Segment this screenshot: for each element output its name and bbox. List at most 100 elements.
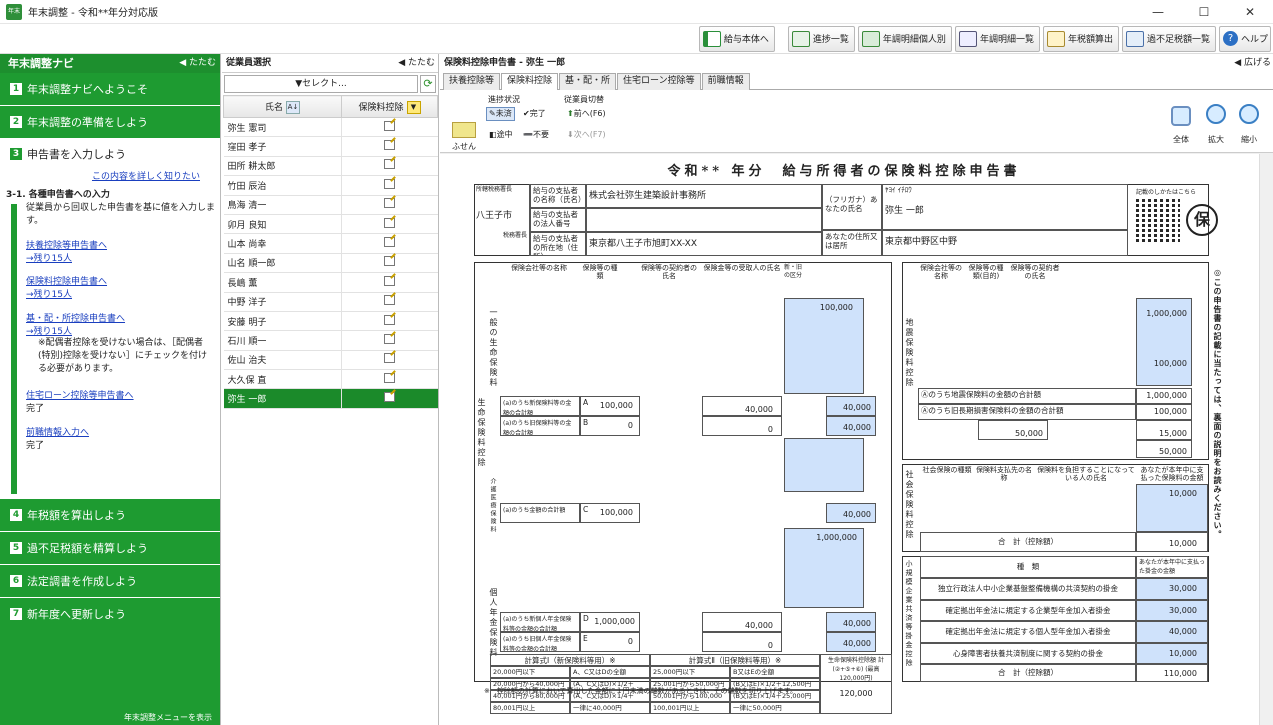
nav-step-4[interactable]: 4 年税額を算出しよう (0, 499, 220, 532)
basic-spouse-form-link[interactable]: 基・配・所控除申告書へ (26, 311, 125, 324)
employee-row[interactable]: 長嶋 薫 (223, 272, 438, 293)
tab-dependents[interactable]: 扶養控除等 (443, 73, 501, 90)
employee-select-dropdown[interactable]: ▼セレクト... (224, 75, 418, 93)
employee-row[interactable]: 安藤 明子 (223, 311, 438, 332)
status-cell[interactable] (341, 330, 438, 351)
employee-collapse-button[interactable]: ◀ たたむ (398, 54, 435, 73)
small-row-amount[interactable]: 30,000 (1136, 578, 1208, 600)
status-cell[interactable] (341, 292, 438, 312)
employee-row[interactable]: 佐山 治夫 (223, 350, 438, 371)
status-done-button[interactable]: ✔完了 (520, 107, 549, 121)
employee-row[interactable]: 卯月 良知 (223, 214, 438, 235)
housing-loan-form-link[interactable]: 住宅ローン控除等申告書へ (26, 388, 134, 401)
help-button[interactable]: ? ヘルプ (1218, 25, 1271, 52)
medical-premium-input[interactable] (784, 438, 864, 492)
insurance-remaining-link[interactable]: →残り15人 (26, 287, 72, 300)
status-cell[interactable] (341, 214, 438, 235)
annual-tax-calc-button[interactable]: 年税額算出 (1042, 25, 1119, 52)
fit-page-icon[interactable] (1171, 106, 1191, 126)
instructions-link[interactable]: 記載のしかたはこちら (1136, 187, 1196, 196)
general-premium-input[interactable]: 100,000 (784, 298, 864, 394)
status-cell[interactable] (341, 350, 438, 371)
status-cell[interactable] (341, 136, 438, 157)
earthquake-premium-input[interactable]: 1,000,000 100,000 (1136, 298, 1192, 386)
payer-address-field[interactable]: 東京都八王子市旭町XX-XX (586, 232, 822, 256)
nav-step-2[interactable]: 2 年末調整の準備をしよう (0, 106, 220, 139)
small-row-amount[interactable]: 30,000 (1136, 599, 1208, 621)
progress-list-button[interactable]: 進捗一覧 (787, 25, 855, 52)
status-cell[interactable] (341, 233, 438, 254)
sticky-note-icon[interactable] (452, 122, 476, 138)
zoom-in-icon[interactable] (1206, 104, 1226, 124)
status-cell[interactable] (341, 388, 438, 409)
general-old-total-label: (a)のうち旧保険料等の金額の合計額 (500, 416, 580, 436)
insurance-form-link[interactable]: 保険料控除申告書へ (26, 274, 107, 287)
detail-individual-button[interactable]: 年調明細個人別 (857, 25, 952, 52)
employee-row[interactable]: 竹田 辰治 (223, 175, 438, 196)
status-cell[interactable] (341, 272, 438, 293)
employee-row[interactable]: 山名 順一郎 (223, 253, 438, 274)
minimize-button[interactable]: — (1135, 0, 1181, 24)
zoom-out-icon[interactable] (1239, 104, 1259, 124)
payer-name-field[interactable]: 株式会社弥生建築設計事務所 (586, 184, 822, 208)
tab-previous-job[interactable]: 前職情報 (701, 73, 750, 90)
employee-name-field[interactable]: ﾔﾖｲ ｲﾁﾛｳ 弥生 一郎 (882, 184, 1128, 230)
employee-row[interactable]: 田所 耕太郎 (223, 156, 438, 177)
more-info-link[interactable]: この内容を詳しく知りたい (92, 169, 200, 182)
year-end-menu-link[interactable]: 年末調整メニューを表示 (124, 712, 212, 723)
detail-list-button[interactable]: 年調明細一覧 (954, 25, 1040, 52)
employee-row[interactable]: 弥生 憲司 (223, 117, 438, 138)
nav-step-3[interactable]: 3 申告書を入力しよう (0, 139, 220, 169)
status-cell[interactable] (341, 195, 438, 215)
edit-pencil-icon (384, 372, 396, 383)
dependent-remaining-link[interactable]: →残り15人 (26, 251, 72, 264)
close-button[interactable]: ✕ (1227, 0, 1273, 24)
status-cell[interactable] (341, 369, 438, 390)
expand-button[interactable]: ◀ 広げる (1234, 54, 1271, 73)
employee-row[interactable]: 大久保 直 (223, 369, 438, 390)
small-row-amount[interactable]: 10,000 (1136, 642, 1208, 664)
pension-calc-2: 0 (702, 632, 782, 652)
employee-row[interactable]: 窪田 孝子 (223, 136, 438, 157)
status-column-header[interactable]: 保険料控除 ▼ (341, 95, 438, 118)
maximize-button[interactable]: ☐ (1181, 0, 1227, 24)
prev-employee-button[interactable]: ⬆前へ(F6) (564, 107, 609, 121)
refresh-icon[interactable]: ⟳ (420, 75, 436, 93)
dependent-form-link[interactable]: 扶養控除等申告書へ (26, 238, 107, 251)
tab-insurance[interactable]: 保険料控除 (501, 73, 559, 90)
employee-row[interactable]: 石川 順一 (223, 330, 438, 351)
employee-row[interactable]: 鳥海 清一 (223, 195, 438, 215)
tab-basic-spouse[interactable]: 基・配・所 (559, 73, 617, 90)
next-employee-button[interactable]: ⬇次へ(F7) (564, 128, 609, 142)
small-row-amount[interactable]: 40,000 (1136, 621, 1208, 643)
status-cell[interactable] (341, 253, 438, 274)
status-cell[interactable] (341, 156, 438, 177)
status-pending-button[interactable]: ✎未済 (486, 107, 515, 121)
nav-step-1[interactable]: 1 年末調整ナビへようこそ (0, 73, 220, 106)
sort-icon[interactable]: A↓ (286, 100, 300, 114)
filter-icon[interactable]: ▼ (406, 100, 421, 114)
nav-collapse-button[interactable]: ◀ たたむ (179, 54, 216, 73)
status-partial-button[interactable]: ◧途中 (486, 128, 516, 142)
employee-row[interactable]: 山本 尚幸 (223, 233, 438, 254)
status-cell[interactable] (341, 117, 438, 138)
previous-job-link[interactable]: 前職情報入力へ (26, 425, 89, 438)
document-scrollbar[interactable] (1259, 154, 1273, 725)
eq-col-type: 保険等の種類(目的) (968, 264, 1004, 280)
employee-row[interactable]: 弥生 一郎 (223, 388, 438, 409)
pension-premium-input[interactable]: 1,000,000 (784, 528, 864, 608)
to-payroll-button[interactable]: 給与本体へ (698, 25, 775, 52)
employee-address-field[interactable]: 東京都中野区中野 (882, 230, 1128, 256)
name-column-header[interactable]: 氏名 A↓ (223, 95, 342, 118)
status-unneeded-button[interactable]: ➖不要 (520, 128, 552, 142)
social-premium-input[interactable]: 10,000 (1136, 484, 1208, 532)
basic-spouse-remaining-link[interactable]: →残り15人 (26, 324, 72, 337)
nav-step-6[interactable]: 6 法定調書を作成しよう (0, 565, 220, 598)
status-cell[interactable] (341, 311, 438, 332)
tax-excess-list-button[interactable]: 過不足税額一覧 (1121, 25, 1216, 52)
tab-housing-loan[interactable]: 住宅ローン控除等 (617, 73, 701, 90)
nav-step-5[interactable]: 5 過不足税額を精算しよう (0, 532, 220, 565)
employee-row[interactable]: 中野 洋子 (223, 292, 438, 312)
payer-number-field[interactable] (586, 208, 822, 232)
status-cell[interactable] (341, 175, 438, 196)
